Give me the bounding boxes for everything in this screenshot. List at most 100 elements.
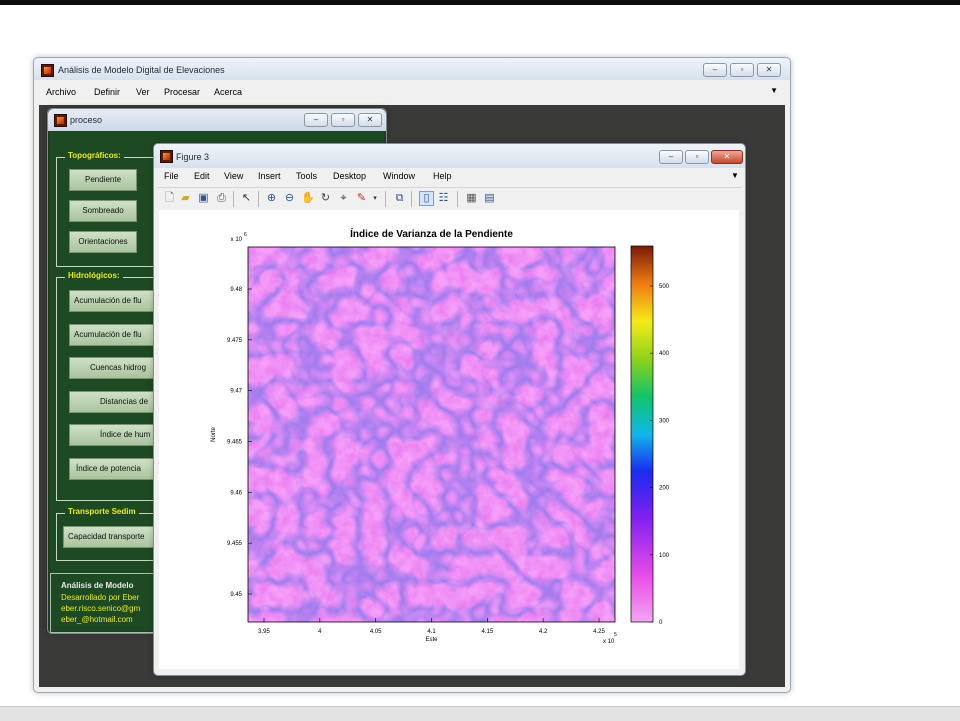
menu-help[interactable]: Help bbox=[433, 171, 452, 181]
legend-icon[interactable]: ☷ bbox=[437, 192, 450, 205]
x-exponent-power: 5 bbox=[614, 632, 617, 638]
info-email-2: eber_@hotmail.com bbox=[61, 615, 133, 624]
topograficos-label: Topográficos: bbox=[65, 151, 124, 160]
menu-ver[interactable]: Ver bbox=[136, 87, 150, 97]
slope-variance-chart[interactable]: Índice de Varianza de la Pendiente 3.95 4 4… bbox=[159, 210, 739, 669]
figure-titlebar[interactable]: Figure 3 – ▫ ✕ bbox=[154, 144, 745, 168]
y-tick-label: 9.47 bbox=[230, 389, 242, 395]
matlab-figure-icon bbox=[160, 150, 173, 163]
y-tick-label: 9.475 bbox=[227, 338, 243, 344]
y-axis-label: Norte bbox=[211, 427, 217, 442]
figure-maximize-button[interactable]: ▫ bbox=[685, 150, 709, 164]
indice-humedad-button[interactable]: Índice de hum bbox=[69, 424, 157, 446]
close-button[interactable]: ✕ bbox=[757, 63, 781, 77]
show-plot-tools-icon[interactable]: ▤ bbox=[483, 192, 496, 205]
y-tick-label: 9.455 bbox=[227, 541, 243, 547]
hidrologicos-label: Hidrológicos: bbox=[65, 271, 123, 280]
menu-acerca[interactable]: Acerca bbox=[214, 87, 242, 97]
x-axis-label: Este bbox=[425, 637, 438, 643]
y-exponent: x 10 bbox=[231, 237, 243, 243]
indice-potencia-button[interactable]: Índice de potencia bbox=[69, 458, 157, 480]
proceso-maximize-button[interactable]: ▫ bbox=[331, 113, 355, 127]
zoom-out-icon[interactable]: ⊖ bbox=[283, 192, 296, 205]
figure-minimize-button[interactable]: – bbox=[659, 150, 683, 164]
main-menubar: Archivo Definir Ver Procesar Acerca ▼ bbox=[38, 84, 784, 100]
menu-view[interactable]: View bbox=[224, 171, 243, 181]
brush-icon[interactable]: ✎ bbox=[355, 192, 368, 205]
toolbar-separator bbox=[457, 191, 458, 207]
colorbar-icon[interactable]: ▯ bbox=[419, 191, 434, 206]
proceso-titlebar[interactable]: proceso – ▫ ✕ bbox=[48, 109, 386, 131]
maximize-button[interactable]: ▫ bbox=[730, 63, 754, 77]
menu-overflow-arrow-icon[interactable]: ▼ bbox=[770, 86, 778, 95]
menu-desktop[interactable]: Desktop bbox=[333, 171, 366, 181]
toolbar-separator bbox=[233, 191, 234, 207]
sombreado-button[interactable]: Sombreado bbox=[69, 200, 137, 222]
x-tick-label: 4.15 bbox=[481, 629, 493, 635]
acumulacion-flujo-button[interactable]: Acumulación de flu bbox=[69, 290, 161, 312]
cuencas-hidrograficas-button[interactable]: Cuencas hidrog bbox=[69, 357, 161, 379]
pendiente-button[interactable]: Pendiente bbox=[69, 169, 137, 191]
screen-top-bar bbox=[0, 0, 960, 5]
menu-edit[interactable]: Edit bbox=[194, 171, 210, 181]
chart-title: Índice de Varianza de la Pendiente bbox=[350, 227, 513, 240]
zoom-in-icon[interactable]: ⊕ bbox=[265, 192, 278, 205]
menu-definir[interactable]: Definir bbox=[94, 87, 120, 97]
x-tick-label: 4.1 bbox=[427, 629, 436, 635]
colorbar-tick-label: 0 bbox=[659, 620, 663, 626]
figure-menubar: File Edit View Insert Tools Desktop Wind… bbox=[157, 168, 742, 185]
colorbar-tick-label: 400 bbox=[659, 351, 670, 357]
minimize-button[interactable]: – bbox=[703, 63, 727, 77]
hide-plot-tools-icon[interactable]: ▦ bbox=[465, 192, 478, 205]
info-title: Análisis de Modelo bbox=[61, 581, 134, 590]
toolbar-separator bbox=[411, 191, 412, 207]
matlab-app-icon bbox=[41, 64, 54, 77]
menu-procesar[interactable]: Procesar bbox=[164, 87, 200, 97]
new-file-icon[interactable]: 🗋 bbox=[163, 192, 176, 205]
colorbar-tick-label: 300 bbox=[659, 418, 670, 424]
orientaciones-button[interactable]: Orientaciones bbox=[69, 231, 137, 253]
menu-window[interactable]: Window bbox=[383, 171, 415, 181]
rotate-3d-icon[interactable]: ↻ bbox=[319, 192, 332, 205]
y-tick-label: 9.45 bbox=[230, 592, 242, 598]
capacidad-transporte-button[interactable]: Capacidad transporte bbox=[63, 526, 161, 548]
x-tick-label: 4.25 bbox=[593, 629, 605, 635]
distancias-button[interactable]: Distancias de bbox=[69, 391, 157, 413]
menu-tools[interactable]: Tools bbox=[296, 171, 317, 181]
pan-hand-icon[interactable]: ✋ bbox=[301, 192, 315, 205]
link-plot-icon[interactable]: ⧉ bbox=[393, 192, 406, 205]
acumulacion-flujo-2-button[interactable]: Acumulación de flu bbox=[69, 324, 161, 346]
figure-close-button[interactable]: ✕ bbox=[711, 150, 743, 164]
proceso-minimize-button[interactable]: – bbox=[304, 113, 328, 127]
toolbar-separator bbox=[385, 191, 386, 207]
pointer-icon[interactable]: ↖ bbox=[240, 192, 253, 205]
figure-canvas: Índice de Varianza de la Pendiente 3.95 4 4… bbox=[159, 210, 739, 669]
info-email-1: eber.risco.senico@gm bbox=[61, 604, 141, 613]
print-icon[interactable]: ⎙ bbox=[215, 192, 228, 205]
y-tick-label: 9.48 bbox=[230, 287, 242, 293]
open-folder-icon[interactable]: ▰ bbox=[179, 192, 192, 205]
brush-dropdown-icon[interactable]: ▾ bbox=[371, 192, 379, 205]
main-window-titlebar[interactable]: Análisis de Modelo Digital de Elevacione… bbox=[34, 58, 790, 80]
menu-archivo[interactable]: Archivo bbox=[46, 87, 76, 97]
figure-window: Figure 3 – ▫ ✕ File Edit View Insert Too… bbox=[153, 143, 746, 676]
colorbar bbox=[630, 245, 654, 623]
info-author: Desarrollado por Eber bbox=[61, 593, 140, 602]
y-tick-label: 9.465 bbox=[227, 440, 243, 446]
taskbar-strip bbox=[0, 706, 960, 721]
menu-insert[interactable]: Insert bbox=[258, 171, 281, 181]
x-tick-label: 4.2 bbox=[539, 629, 548, 635]
x-tick-label: 3.95 bbox=[258, 629, 270, 635]
figure-menu-overflow-icon[interactable]: ▼ bbox=[731, 171, 739, 180]
save-icon[interactable]: ▣ bbox=[197, 192, 210, 205]
proceso-close-button[interactable]: ✕ bbox=[358, 113, 382, 127]
colorbar-tick-label: 200 bbox=[659, 486, 670, 492]
x-tick-label: 4.05 bbox=[370, 629, 382, 635]
data-cursor-icon[interactable]: ⌖ bbox=[337, 192, 350, 205]
colorbar-tick-label: 100 bbox=[659, 553, 670, 559]
y-tick-label: 9.46 bbox=[230, 490, 242, 496]
heatmap-channels bbox=[248, 247, 615, 622]
menu-file[interactable]: File bbox=[164, 171, 179, 181]
y-exponent-power: 6 bbox=[244, 232, 247, 238]
x-tick-label: 4 bbox=[318, 629, 322, 635]
